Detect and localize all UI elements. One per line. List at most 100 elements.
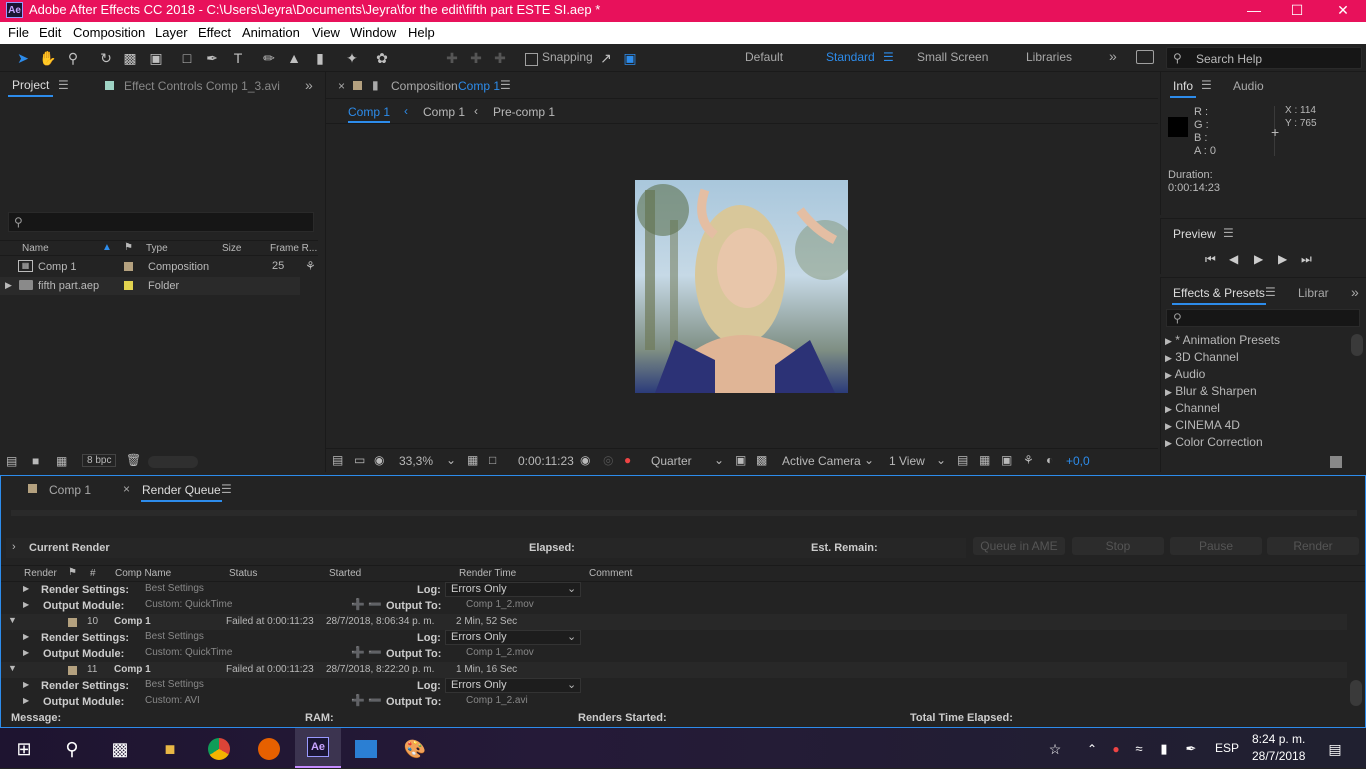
expand-triangle-icon[interactable]: ▶ <box>23 600 29 609</box>
flowchart-icon[interactable]: ⚘ <box>1023 453 1034 467</box>
render-queue-scrollbar[interactable] <box>1350 680 1362 706</box>
stop-button[interactable]: Stop <box>1072 537 1164 555</box>
collapse-triangle-icon[interactable]: ▼ <box>8 615 17 625</box>
output-to-value[interactable]: Comp 1_2.mov <box>466 599 534 610</box>
close-tab-icon[interactable]: × <box>123 482 130 496</box>
breadcrumb-comp1[interactable]: Comp 1 <box>423 105 465 119</box>
remove-output-module-icon[interactable]: ➖ <box>368 694 382 707</box>
exposure-value[interactable]: +0,0 <box>1066 454 1090 468</box>
menu-edit[interactable]: Edit <box>39 25 61 40</box>
output-to-value[interactable]: Comp 1_2.mov <box>466 647 534 658</box>
collapse-chevron-icon[interactable]: › <box>12 541 16 553</box>
render-button[interactable]: Render <box>1267 537 1359 555</box>
col-comment[interactable]: Comment <box>589 568 632 579</box>
effects-item[interactable]: ▶ Color Correction <box>1165 435 1263 449</box>
pause-button[interactable]: Pause <box>1170 537 1262 555</box>
roto-brush-tool-icon[interactable]: ✦ <box>342 48 362 68</box>
color-channels-icon[interactable]: ● <box>624 453 631 467</box>
expand-triangle-icon[interactable]: ▶ <box>1165 387 1172 397</box>
col-started[interactable]: Started <box>329 568 361 579</box>
trash-icon[interactable]: 🗑 <box>126 453 141 467</box>
tab-project[interactable]: Project <box>8 78 54 97</box>
effects-search-input[interactable]: ⚲ <box>1166 309 1360 327</box>
add-output-module-icon[interactable]: ➕ <box>351 694 365 707</box>
menu-effect[interactable]: Effect <box>198 25 231 40</box>
clone-stamp-tool-icon[interactable]: ▲ <box>284 48 304 68</box>
zoom-tool-icon[interactable]: ⚲ <box>63 48 83 68</box>
info-menu-icon[interactable]: ☰ <box>1201 78 1212 92</box>
tab-effects-presets[interactable]: Effects & Presets <box>1172 286 1266 305</box>
sort-ascending-icon[interactable]: ▲ <box>102 242 112 253</box>
play-icon[interactable]: ▶ <box>1254 252 1263 266</box>
workspace-menu-icon[interactable]: ☰ <box>883 50 894 64</box>
effects-scrollbar[interactable] <box>1351 334 1363 356</box>
expand-triangle-icon[interactable]: ▶ <box>23 632 29 641</box>
snap-edges-icon[interactable]: ↗ <box>596 48 616 68</box>
render-item-row[interactable]: ▼ 11 Comp 1 Failed at 0:00:11:23 28/7/20… <box>1 662 1347 678</box>
add-output-module-icon[interactable]: ➕ <box>351 646 365 659</box>
project-search-input[interactable]: ⚲ <box>8 212 314 232</box>
render-item-row[interactable]: ▼ 10 Comp 1 Failed at 0:00:11:23 28/7/20… <box>1 614 1347 630</box>
expand-triangle-icon[interactable]: ▶ <box>1165 336 1172 346</box>
log-select[interactable]: Errors Only <box>445 630 581 645</box>
firefox-icon[interactable] <box>254 734 284 764</box>
menu-window[interactable]: Window <box>350 25 396 40</box>
col-render-time[interactable]: Render Time <box>459 568 516 579</box>
selection-tool-icon[interactable]: ➤ <box>13 48 33 68</box>
breadcrumb-precomp1[interactable]: Pre-comp 1 <box>493 105 555 119</box>
snap-features-icon[interactable]: ▣ <box>620 48 640 68</box>
tab-comp1-timeline[interactable]: Comp 1 <box>49 483 91 497</box>
label-color-swatch[interactable] <box>124 281 133 290</box>
breadcrumb-comp1-active[interactable]: Comp 1 <box>348 105 391 123</box>
chevron-down-icon[interactable]: ⌄ <box>714 453 724 467</box>
composition-tab-prefix[interactable]: Composition <box>391 79 458 93</box>
add-output-module-icon[interactable]: ➕ <box>351 598 365 611</box>
pen-tool-icon[interactable]: ✒ <box>202 48 222 68</box>
col-comp-name[interactable]: Comp Name <box>115 568 171 579</box>
workspace-libraries[interactable]: Libraries <box>1026 50 1072 64</box>
expand-triangle-icon[interactable]: ▶ <box>1165 421 1172 431</box>
monitor-icon[interactable]: ▭ <box>354 453 365 467</box>
remove-output-module-icon[interactable]: ➖ <box>368 646 382 659</box>
effects-menu-icon[interactable]: ☰ <box>1265 285 1276 299</box>
expand-triangle-icon[interactable]: ▶ <box>23 648 29 657</box>
bpc-button[interactable]: 8 bpc <box>82 454 117 467</box>
snapshot-camera-icon[interactable]: ◉ <box>580 453 590 467</box>
expand-triangle-icon[interactable]: ▶ <box>1165 404 1172 414</box>
col-render[interactable]: Render <box>24 568 57 579</box>
chevron-down-icon[interactable]: ⌄ <box>446 453 456 467</box>
type-tool-icon[interactable]: T <box>228 48 248 68</box>
panel-overflow-icon[interactable]: » <box>1351 284 1359 300</box>
menu-file[interactable]: File <box>8 25 29 40</box>
maximize-button[interactable]: ☐ <box>1274 0 1320 22</box>
label-tag-icon[interactable]: ⚑ <box>68 567 77 578</box>
output-module-row[interactable]: ▶ Output Module: Custom: QuickTime ➕ ➖ O… <box>1 646 1347 662</box>
render-settings-value[interactable]: Best Settings <box>145 679 204 690</box>
people-icon[interactable]: ☆ <box>1040 734 1070 764</box>
new-composition-icon[interactable]: ▦ <box>56 454 67 468</box>
chevron-down-icon[interactable]: ⌄ <box>567 582 576 595</box>
collapse-triangle-icon[interactable]: ▼ <box>8 663 17 673</box>
col-name[interactable]: Name <box>22 243 49 254</box>
snapping-checkbox[interactable] <box>525 53 538 66</box>
workspace-bar-icon[interactable] <box>1136 50 1154 64</box>
output-module-row[interactable]: ▶ Output Module: Custom: QuickTime ➕ ➖ O… <box>1 598 1347 614</box>
lock-icon[interactable]: ▮ <box>372 78 379 92</box>
camera-tool-icon[interactable]: ▩ <box>120 48 140 68</box>
remove-output-module-icon[interactable]: ➖ <box>368 598 382 611</box>
mask-visibility-icon[interactable]: ◉ <box>374 453 384 467</box>
label-color-swatch[interactable] <box>124 262 133 271</box>
effects-item[interactable]: ▶ Audio <box>1165 367 1205 381</box>
composition-tab-name[interactable]: Comp 1 <box>458 79 500 93</box>
minimize-button[interactable]: — <box>1231 0 1277 22</box>
last-frame-icon[interactable]: ⏭ <box>1301 252 1312 267</box>
expand-triangle-icon[interactable]: ▶ <box>1165 353 1172 363</box>
effects-item[interactable]: ▶ CINEMA 4D <box>1165 418 1240 432</box>
chevron-down-icon[interactable]: ⌄ <box>567 678 576 691</box>
current-time-display[interactable]: 0:00:11:23 <box>518 454 574 468</box>
hand-tool-icon[interactable]: ✋ <box>38 48 58 68</box>
workspace-standard[interactable]: Standard <box>826 50 875 64</box>
battery-icon[interactable]: ▮ <box>1149 734 1179 764</box>
search-icon[interactable]: ⚲ <box>57 734 87 764</box>
tab-libraries[interactable]: Librar <box>1298 286 1329 300</box>
